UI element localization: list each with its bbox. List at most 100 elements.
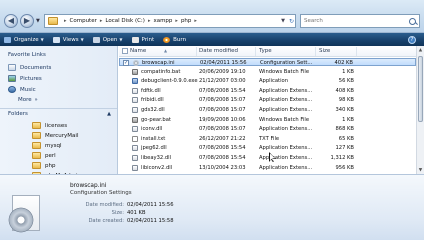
dll-icon	[132, 107, 138, 113]
file-row[interactable]: libiconv2.dll 13/10/2004 23:03 Application…	[119, 164, 416, 172]
file-name: install.txt	[141, 135, 166, 142]
file-name: fdftk.dll	[141, 87, 161, 94]
chevron-down-icon: ▼	[80, 37, 84, 42]
file-size: 56 KB	[338, 78, 354, 85]
address-dropdown-icon[interactable]: ▼	[281, 15, 285, 27]
file-row[interactable]: go-pear.bat 19/09/2008 10:06 Windows Batch…	[119, 116, 416, 124]
address-bar[interactable]: ▸ Computer ▸ Local Disk (C:) ▸ xampp ▸ p…	[44, 14, 296, 28]
row-checkbox[interactable]	[122, 97, 128, 104]
file-row[interactable]: iconv.dll 07/08/2008 15:07 Application Ext…	[119, 125, 416, 133]
printer-icon	[131, 36, 139, 43]
column-size[interactable]: Size	[319, 48, 330, 54]
file-date-modified: 07/08/2008 15:54	[199, 155, 246, 161]
file-type: Configuration Sett...	[260, 60, 313, 66]
tree-item-licenses[interactable]: licenses	[32, 122, 67, 129]
column-divider[interactable]	[255, 47, 256, 56]
breadcrumb-php[interactable]: php	[181, 18, 191, 24]
folders-header[interactable]: Folders ▲	[0, 108, 117, 118]
row-checkbox[interactable]	[122, 164, 128, 171]
file-size: 340 KB	[335, 107, 354, 113]
row-checkbox[interactable]	[122, 135, 128, 142]
file-size: 1 KB	[342, 116, 354, 123]
row-checkbox[interactable]	[122, 107, 128, 113]
file-type: Application Extens...	[259, 97, 313, 104]
file-row[interactable]: gds32.dll 07/08/2008 15:07 Application Ext…	[119, 106, 416, 114]
breadcrumb-local-disk[interactable]: Local Disk (C:)	[105, 18, 145, 24]
print-button[interactable]: Print	[131, 36, 154, 43]
file-row[interactable]: fdftk.dll 07/08/2008 15:54 Application Ext…	[119, 87, 416, 95]
scroll-up-icon[interactable]: ▲	[417, 46, 424, 54]
chevron-right-icon[interactable]: ▸	[100, 18, 103, 24]
file-type: Windows Batch File	[259, 68, 310, 75]
burn-button[interactable]: Burn	[163, 36, 186, 43]
row-checkbox[interactable]: ✓	[123, 60, 129, 66]
file-size: 868 KB	[335, 126, 354, 133]
breadcrumb-xampp[interactable]: xampp	[153, 18, 172, 24]
chevron-right-icon[interactable]: ▸	[64, 18, 67, 24]
tree-item-mysql[interactable]: mysql	[32, 142, 62, 149]
refresh-icon[interactable]: ↻	[289, 15, 294, 27]
chevron-right-icon[interactable]: ▸	[194, 18, 197, 24]
column-name[interactable]: Name	[130, 48, 146, 54]
organize-button[interactable]: Organize ▼	[4, 36, 44, 43]
gear-icon	[133, 60, 139, 66]
scrollbar-thumb[interactable]	[418, 56, 423, 122]
tree-item-label: perl	[45, 152, 56, 159]
row-checkbox[interactable]	[122, 145, 128, 152]
column-divider[interactable]	[315, 47, 316, 56]
file-row[interactable]: libeay32.dll 07/08/2008 15:54 Application …	[119, 154, 416, 162]
file-type: Application Extens...	[259, 164, 313, 171]
search-icon[interactable]	[409, 17, 416, 25]
tree-item-mercurymail[interactable]: MercuryMail	[32, 132, 78, 139]
dll-icon	[132, 97, 138, 104]
chevrons-right-icon: »	[34, 97, 38, 103]
open-button[interactable]: Open ▼	[92, 36, 123, 43]
file-row[interactable]: fribidi.dll 07/08/2008 15:07 Application E…	[119, 96, 416, 104]
file-row[interactable]: compatinfo.bat 20/06/2009 19:10 Windows Ba…	[119, 68, 416, 76]
folder-icon	[32, 142, 41, 149]
search-input[interactable]	[304, 18, 404, 24]
row-checkbox[interactable]	[122, 78, 128, 85]
favorite-music[interactable]: Music	[8, 86, 36, 93]
chevron-right-icon[interactable]: ▸	[175, 18, 178, 24]
help-icon[interactable]: ?	[408, 35, 416, 44]
tree-item-php[interactable]: php	[32, 162, 55, 169]
tree-item-perl[interactable]: perl	[32, 152, 56, 159]
date-created-label: Date created:	[88, 218, 124, 224]
recent-pages-dropdown[interactable]: ▼	[36, 18, 40, 24]
text-file-icon	[132, 135, 138, 142]
row-checkbox[interactable]	[122, 126, 128, 133]
scroll-down-icon[interactable]: ▼	[417, 166, 424, 174]
favorite-pictures[interactable]: Pictures	[8, 75, 42, 82]
organize-label: Organize	[14, 36, 39, 43]
views-button[interactable]: Views ▼	[52, 36, 84, 43]
row-checkbox[interactable]	[122, 68, 128, 75]
select-all-checkbox[interactable]	[122, 48, 128, 54]
dll-icon	[132, 155, 138, 161]
vertical-scrollbar[interactable]: ▲ ▼	[416, 46, 424, 174]
row-checkbox[interactable]	[122, 116, 128, 123]
file-row[interactable]: ✓ browscap.ini 02/04/2011 15:56 Configurati…	[119, 58, 416, 67]
row-checkbox[interactable]	[122, 155, 128, 161]
favorite-documents[interactable]: Documents	[8, 64, 51, 71]
chevron-right-icon[interactable]: ▸	[148, 18, 151, 24]
column-date-modified[interactable]: Date modified	[199, 48, 238, 54]
column-divider[interactable]	[356, 47, 357, 56]
column-divider[interactable]	[196, 47, 197, 56]
file-row[interactable]: install.txt 26/12/2007 21:22 TXT File 65 KB	[119, 135, 416, 143]
more-links[interactable]: More »	[18, 97, 38, 103]
tree-item-label: MercuryMail	[45, 132, 79, 139]
column-type[interactable]: Type	[259, 48, 272, 54]
documents-icon	[8, 64, 16, 71]
row-checkbox[interactable]	[122, 87, 128, 94]
chevron-down-icon: ▼	[40, 37, 44, 42]
file-date-modified: 26/12/2007 21:22	[199, 135, 246, 142]
file-row[interactable]: jpeg62.dll 07/08/2008 15:54 Application Ex…	[119, 144, 416, 152]
breadcrumb-computer[interactable]: Computer	[70, 18, 97, 24]
more-label: More	[18, 97, 32, 103]
file-date-modified: 20/06/2009 19:10	[199, 68, 246, 75]
file-name: browscap.ini	[142, 60, 175, 66]
back-button[interactable]: ◀	[4, 14, 18, 28]
file-row[interactable]: debugclient-0.9.0.exe 21/12/2007 03:00 App…	[119, 77, 416, 85]
forward-button[interactable]: ▶	[20, 14, 34, 28]
